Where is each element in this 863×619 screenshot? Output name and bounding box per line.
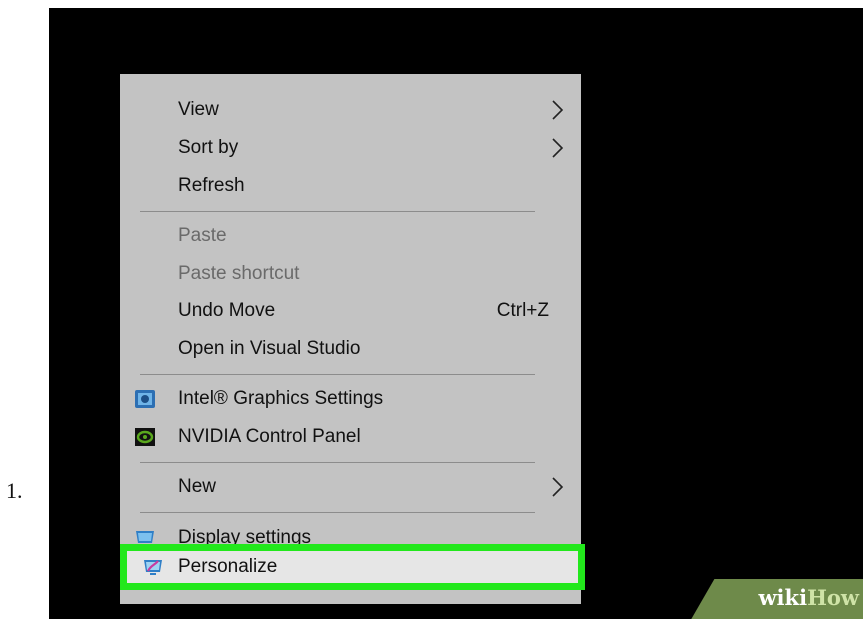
menu-separator: [140, 462, 535, 463]
menu-item-nvidia-control-panel[interactable]: NVIDIA Control Panel: [120, 419, 581, 455]
menu-item-label: Intel® Graphics Settings: [178, 388, 384, 409]
watermark-wiki: wiki: [758, 585, 808, 610]
chevron-right-icon: [552, 477, 564, 497]
menu-item-intel-graphics-settings[interactable]: Intel® Graphics Settings: [120, 381, 581, 417]
chevron-right-icon: [552, 100, 564, 120]
menu-item-undo-move[interactable]: Undo Move Ctrl+Z: [120, 293, 581, 329]
menu-item-label: Open in Visual Studio: [178, 338, 361, 359]
menu-item-view[interactable]: View: [120, 92, 581, 128]
chevron-right-icon: [552, 138, 564, 158]
menu-item-label: Paste shortcut: [178, 263, 300, 284]
menu-item-sort-by[interactable]: Sort by: [120, 130, 581, 166]
personalize-icon: [144, 560, 162, 575]
personalize-highlight[interactable]: Personalize: [120, 544, 585, 590]
menu-item-shortcut: Ctrl+Z: [496, 300, 549, 321]
menu-item-label: Personalize: [178, 556, 278, 577]
menu-item-label: Undo Move: [178, 300, 276, 321]
menu-item-label: Refresh: [178, 175, 245, 196]
menu-item-label: Sort by: [178, 137, 239, 158]
menu-item-label: New: [178, 476, 217, 497]
list-number: 1.: [6, 478, 23, 503]
menu-item-paste-shortcut[interactable]: Paste shortcut: [120, 256, 581, 292]
nvidia-icon: [135, 428, 155, 446]
menu-separator: [140, 374, 535, 375]
menu-item-refresh[interactable]: Refresh: [120, 168, 581, 204]
menu-item-label: View: [178, 99, 219, 120]
desktop-screenshot: View Sort by Refresh Paste Paste shortcu…: [49, 8, 863, 619]
menu-item-personalize[interactable]: Personalize: [120, 551, 581, 583]
menu-item-open-in-visual-studio[interactable]: Open in Visual Studio: [120, 331, 581, 367]
menu-item-label: NVIDIA Control Panel: [178, 426, 361, 447]
intel-graphics-icon: [135, 390, 155, 408]
menu-separator: [140, 512, 535, 513]
context-menu: View Sort by Refresh Paste Paste shortcu…: [120, 74, 585, 604]
menu-separator: [140, 211, 535, 212]
watermark-how: How: [807, 585, 859, 610]
menu-item-new[interactable]: New: [120, 469, 581, 505]
menu-item-label: Paste: [178, 225, 227, 246]
wikihow-watermark: wikiHow: [719, 585, 863, 615]
menu-item-paste[interactable]: Paste: [120, 218, 581, 254]
